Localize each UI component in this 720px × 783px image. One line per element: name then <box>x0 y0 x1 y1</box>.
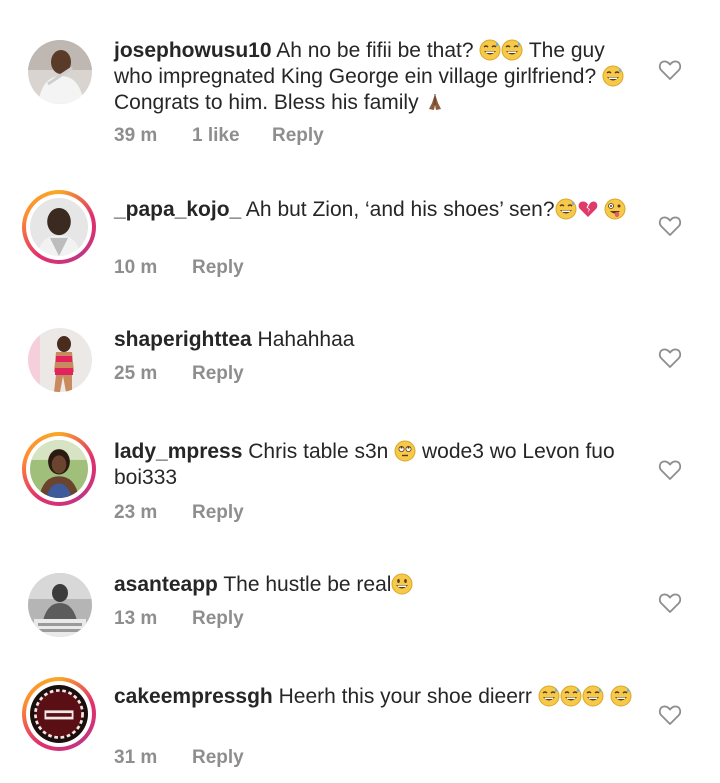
cake-logo-icon <box>30 685 88 743</box>
like-heart-icon[interactable] <box>658 592 682 614</box>
comment-body-text: Heerh this your shoe dieerr <box>278 685 538 708</box>
comment-text: _papa_kojo_ Ah but Zion, ‘and his shoes’… <box>114 197 644 223</box>
like-heart-icon[interactable] <box>658 459 682 481</box>
grin-sweat-emoji-icon <box>555 198 577 220</box>
comment-timestamp: 31 m <box>114 747 158 768</box>
comment-text: lady_mpress Chris table s3n wode3 wo Lev… <box>114 439 644 491</box>
woman-outdoors-icon <box>30 440 88 498</box>
avatar[interactable] <box>28 573 92 637</box>
like-heart-icon[interactable] <box>658 59 682 81</box>
comment-timestamp: 39 m <box>114 125 158 146</box>
person-white-shirt-icon <box>28 40 92 104</box>
comment-text: josephowusu10 Ah no be fifii be that? Th… <box>114 38 644 116</box>
avatar[interactable] <box>22 432 96 506</box>
reply-button[interactable]: Reply <box>192 608 244 630</box>
person-grayscale-icon <box>28 573 92 637</box>
comment-body-text: Ah but Zion, ‘and his shoes’ sen? <box>245 198 555 221</box>
reply-button[interactable]: Reply <box>192 257 244 279</box>
avatar[interactable] <box>22 677 96 751</box>
grin-sweat-emoji-icon <box>501 39 523 61</box>
comment-body-text: Ah no be fifii be that? <box>276 39 480 62</box>
eye-roll-emoji-icon <box>394 440 416 462</box>
comment-body-text: Hahahhaa <box>257 328 355 351</box>
comment-body-text: Chris table s3n <box>248 440 395 463</box>
comment-timestamp: 10 m <box>114 257 158 278</box>
comment-meta: 13 m Reply <box>114 608 244 630</box>
grin-sweat-emoji-icon <box>538 685 560 707</box>
reply-button[interactable]: Reply <box>192 363 244 385</box>
comment-meta: 31 m Reply <box>114 747 244 769</box>
comment-meta: 23 m Reply <box>114 502 244 524</box>
comment-body-text: Congrats to him. Bless his family <box>114 91 425 114</box>
comment-timestamp: 23 m <box>114 502 158 523</box>
comment-timestamp: 13 m <box>114 608 158 629</box>
zany-face-emoji-icon <box>604 198 626 220</box>
avatar[interactable] <box>28 328 92 392</box>
like-heart-icon[interactable] <box>658 215 682 237</box>
reply-button[interactable]: Reply <box>192 502 244 524</box>
grin-emoji-icon <box>391 573 413 595</box>
comment-username[interactable]: josephowusu10 <box>114 39 272 62</box>
comment-meta: 25 m Reply <box>114 363 244 385</box>
comment-meta: 10 m Reply <box>114 257 244 279</box>
comment-body-text: The hustle be real <box>223 573 392 596</box>
grin-sweat-emoji-icon <box>610 685 632 707</box>
comment-username[interactable]: lady_mpress <box>114 440 242 463</box>
comment-username[interactable]: _papa_kojo_ <box>114 198 241 221</box>
comment-likes-count[interactable]: 1 like <box>192 125 272 147</box>
comment-text: asanteapp The hustle be real <box>114 572 644 598</box>
reply-button[interactable]: Reply <box>192 747 244 769</box>
comment-username[interactable]: shaperighttea <box>114 328 252 351</box>
grin-sweat-emoji-icon <box>560 685 582 707</box>
folded-hands-emoji-icon <box>424 91 446 113</box>
avatar[interactable] <box>22 190 96 264</box>
broken-heart-emoji-icon <box>577 198 599 220</box>
avatar[interactable] <box>28 40 92 104</box>
like-heart-icon[interactable] <box>658 704 682 726</box>
reply-button[interactable]: Reply <box>272 125 324 147</box>
grin-sweat-emoji-icon <box>582 685 604 707</box>
comment-timestamp: 25 m <box>114 363 158 384</box>
grin-sweat-emoji-icon <box>602 65 624 87</box>
comment-username[interactable]: asanteapp <box>114 573 218 596</box>
comment-text: cakeempressgh Heerh this your shoe dieer… <box>114 684 644 710</box>
comment-text: shaperighttea Hahahhaa <box>114 327 644 353</box>
like-heart-icon[interactable] <box>658 347 682 369</box>
woman-pink-outfit-icon <box>28 328 92 392</box>
person-portrait-icon <box>30 198 88 256</box>
comment-meta: 39 m 1 like Reply <box>114 125 324 147</box>
grin-sweat-emoji-icon <box>479 39 501 61</box>
comment-username[interactable]: cakeempressgh <box>114 685 273 708</box>
